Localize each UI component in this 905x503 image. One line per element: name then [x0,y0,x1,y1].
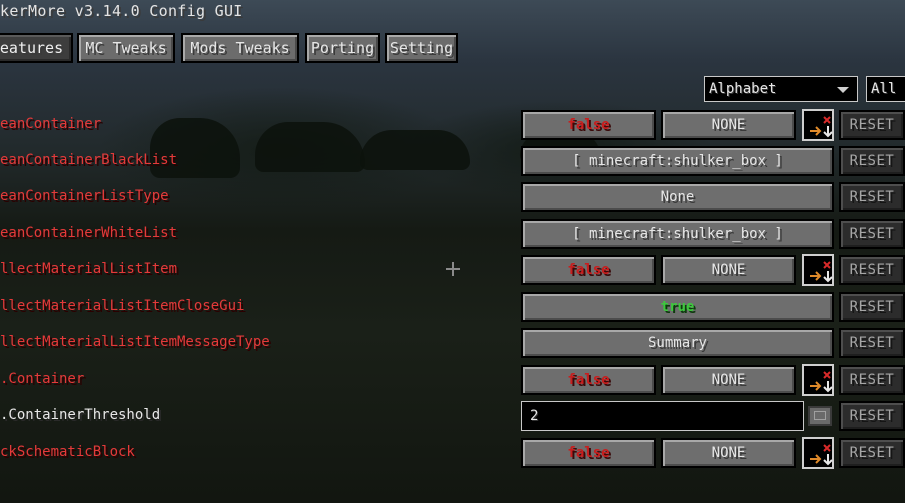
reset-button[interactable]: RESET [839,255,905,285]
config-label: llectMaterialListItemMessageType [0,334,270,350]
keybind-settings-icon[interactable] [802,437,834,469]
keybind-settings-icon[interactable] [802,254,834,286]
keybind-settings-icon[interactable] [802,109,834,141]
hotkey-button[interactable]: NONE [661,365,796,395]
config-label: .Container [0,371,85,387]
tree-silhouette [255,122,365,172]
page-title: kerMore v3.14.0 Config GUI [0,2,243,20]
tree-silhouette [150,118,240,178]
category-dropdown-value: All [871,81,897,97]
toggle-button[interactable]: false [521,255,656,285]
crosshair-icon [446,262,460,276]
hotkey-button[interactable]: NONE [661,110,796,140]
sort-dropdown-value: Alphabet [709,81,777,97]
list-edit-button[interactable]: [ minecraft:shulker_box ] [521,219,834,249]
toggle-button[interactable]: false [521,438,656,468]
list-edit-button[interactable]: [ minecraft:shulker_box ] [521,146,834,176]
config-label: eanContainerBlackList [0,152,178,168]
number-input[interactable]: 2 [521,401,804,431]
reset-button[interactable]: RESET [839,110,905,140]
reset-button[interactable]: RESET [839,438,905,468]
reset-button[interactable]: RESET [839,365,905,395]
toggle-button[interactable]: false [521,110,656,140]
hotkey-button[interactable]: NONE [661,255,796,285]
tab-porting[interactable]: Porting [305,33,380,63]
reset-button[interactable]: RESET [839,401,905,431]
tree-silhouette [360,130,470,170]
config-label: llectMaterialListItem [0,261,178,277]
reset-button[interactable]: RESET [839,182,905,212]
hotkey-button[interactable]: NONE [661,438,796,468]
option-cycle-button[interactable]: None [521,182,834,212]
tab-mods-tweaks[interactable]: Mods Tweaks [181,33,299,63]
config-label: eanContainerWhiteList [0,225,178,241]
config-label: ckSchematicBlock [0,444,135,460]
config-label: eanContainerListType [0,188,169,204]
keybind-settings-icon[interactable] [802,364,834,396]
tab-setting[interactable]: Setting [385,33,458,63]
reset-button[interactable]: RESET [839,219,905,249]
tab-features[interactable]: eatures [0,33,73,63]
tab-mc-tweaks[interactable]: MC Tweaks [77,33,175,63]
sort-dropdown[interactable]: Alphabet [704,76,858,102]
option-cycle-button[interactable]: Summary [521,328,834,358]
config-label: llectMaterialListItemCloseGui [0,298,245,314]
reset-button[interactable]: RESET [839,292,905,322]
toggle-button[interactable]: true [521,292,834,322]
reset-button[interactable]: RESET [839,328,905,358]
chevron-down-icon [837,87,849,93]
config-label: .ContainerThreshold [0,407,161,423]
lock-toggle-icon[interactable] [808,406,832,426]
category-dropdown[interactable]: All [866,76,905,102]
reset-button[interactable]: RESET [839,146,905,176]
toggle-button[interactable]: false [521,365,656,395]
config-label: eanContainer [0,116,102,132]
